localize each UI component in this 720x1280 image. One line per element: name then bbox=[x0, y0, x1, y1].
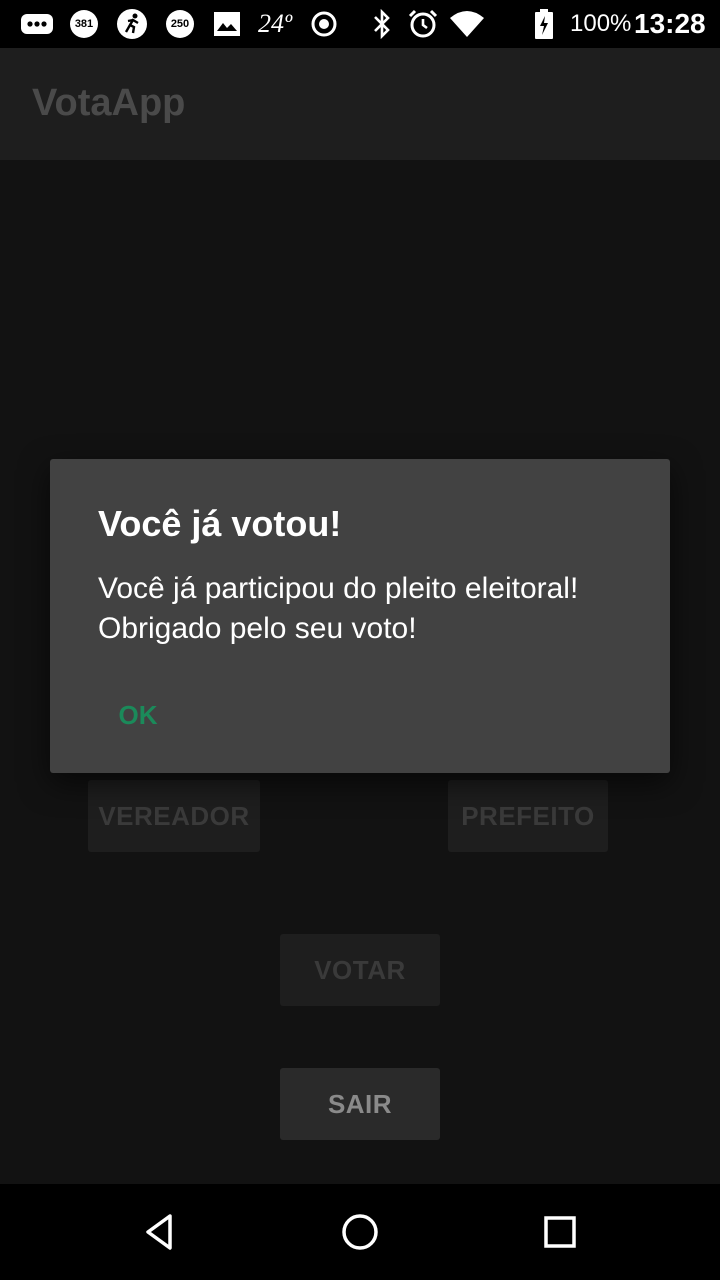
app-bar: VotaApp bbox=[0, 48, 720, 160]
ok-button[interactable]: OK bbox=[102, 683, 174, 747]
mail-badge-icon: 250 bbox=[162, 8, 198, 40]
already-voted-dialog: Você já votou! Você já participou do ple… bbox=[50, 459, 670, 773]
bluetooth-icon bbox=[370, 8, 394, 40]
notification-count: 381 bbox=[74, 18, 94, 30]
mail-badge-icon: 381 bbox=[66, 8, 102, 40]
dialog-message: Você já participou do pleito eleitoral! … bbox=[98, 572, 579, 645]
clock: 13:28 bbox=[634, 8, 706, 39]
recents-icon[interactable] bbox=[536, 1208, 584, 1256]
notification-count: 250 bbox=[170, 18, 190, 30]
prefeito-button[interactable]: PREFEITO bbox=[448, 780, 608, 852]
wifi-icon bbox=[448, 8, 486, 40]
battery-charging-icon bbox=[532, 8, 556, 40]
temperature-label: 24º bbox=[258, 9, 293, 38]
vereador-button[interactable]: VEREADOR bbox=[88, 780, 260, 852]
sair-button[interactable]: SAIR bbox=[280, 1068, 440, 1140]
navigation-bar bbox=[0, 1184, 720, 1280]
runner-icon bbox=[114, 8, 150, 40]
app-title: VotaApp bbox=[32, 82, 186, 124]
alarm-icon bbox=[406, 8, 440, 40]
battery-percentage: 100% bbox=[570, 10, 632, 37]
dialog-title: Você já votou! bbox=[98, 503, 342, 544]
record-icon bbox=[310, 8, 338, 40]
home-icon[interactable] bbox=[336, 1208, 384, 1256]
more-icon bbox=[20, 8, 54, 40]
votar-button[interactable]: VOTAR bbox=[280, 934, 440, 1006]
status-bar: 381 250 24º 100% 13:28 bbox=[0, 0, 720, 48]
back-icon[interactable] bbox=[136, 1208, 184, 1256]
image-icon bbox=[212, 8, 242, 40]
